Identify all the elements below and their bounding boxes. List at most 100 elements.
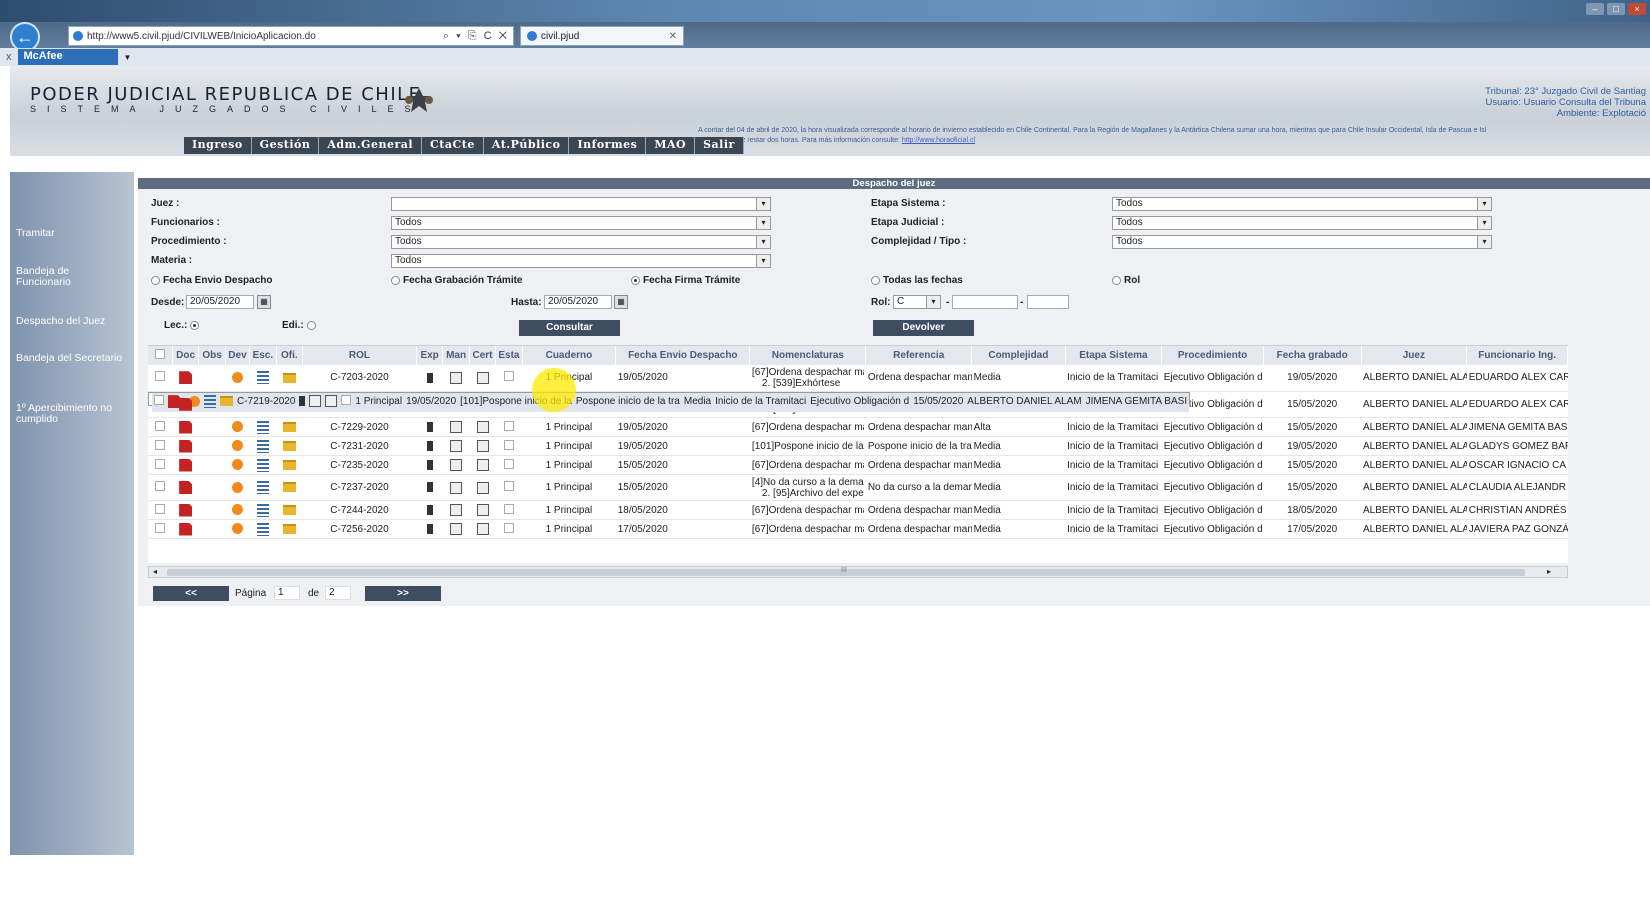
devolver-button[interactable]: Devolver [873, 320, 974, 336]
mandamiento-icon[interactable] [450, 459, 463, 471]
row-checkbox[interactable] [155, 481, 166, 491]
escrito-icon[interactable] [256, 522, 269, 536]
horaoficial-link[interactable]: http://www.horaoficial.cl [902, 137, 975, 144]
col-fecha-grabado[interactable]: Fecha grabado [1263, 346, 1362, 365]
calendar-icon[interactable]: ▦ [614, 295, 628, 309]
table-row[interactable]: C-7203-20201 Principal19/05/2020[67]Orde… [148, 365, 1568, 392]
expediente-icon[interactable] [426, 421, 433, 432]
table-row[interactable]: C-7219-2020 1 Principal 19/05/2020 [101]Pos… [148, 391, 1191, 412]
escrito-icon[interactable] [256, 371, 269, 385]
col-funcionario[interactable]: Funcionario Ing. [1466, 346, 1568, 365]
col-obs[interactable]: Obs [198, 346, 226, 365]
col-esta[interactable]: Esta [495, 346, 523, 365]
estado-checkbox[interactable] [341, 394, 352, 405]
mcafee-button[interactable]: McAfee [17, 49, 118, 65]
col-man[interactable]: Man [442, 346, 470, 365]
escrito-icon[interactable] [256, 503, 269, 517]
desde-input[interactable]: 20/05/2020 [186, 295, 254, 309]
next-page-button[interactable]: >> [365, 586, 441, 601]
maximize-button[interactable]: □ [1607, 3, 1625, 15]
scroll-right-icon[interactable]: ▸ [1547, 567, 1551, 576]
menu-mao[interactable]: MAO [646, 137, 696, 154]
menu-gestion[interactable]: Gestión [252, 137, 320, 154]
folder-icon[interactable] [282, 459, 296, 470]
radio-rol[interactable]: Rol [1112, 275, 1140, 286]
radio-fecha-envio[interactable]: Fecha Envio Despacho [151, 275, 272, 286]
devolver-icon[interactable] [231, 421, 243, 433]
estado-checkbox[interactable] [503, 458, 514, 469]
scroll-left-icon[interactable]: ◂ [153, 567, 157, 576]
menu-at-publico[interactable]: At.Público [484, 137, 570, 154]
certificado-icon[interactable] [476, 440, 489, 452]
radio-edi[interactable]: Edi.: [282, 320, 316, 331]
sidebar-item-bandeja-funcionario[interactable]: Bandeja de Funcionario [16, 266, 126, 288]
rol-tipo-select[interactable]: C ▾ [893, 295, 941, 309]
etapa-judicial-select[interactable]: Todos ▾ [1112, 216, 1492, 230]
pdf-icon[interactable] [179, 439, 193, 453]
expediente-icon[interactable] [299, 396, 306, 407]
row-checkbox[interactable] [155, 420, 166, 431]
escrito-icon[interactable] [256, 458, 269, 472]
col-rol[interactable]: ROL [302, 346, 417, 365]
folder-icon[interactable] [282, 372, 296, 383]
col-nomenclaturas[interactable]: Nomenclaturas [749, 346, 867, 365]
estado-checkbox[interactable] [503, 522, 514, 533]
certificado-icon[interactable] [476, 421, 489, 433]
mandamiento-icon[interactable] [450, 371, 463, 384]
certificado-icon[interactable] [476, 481, 489, 494]
mandamiento-icon[interactable] [450, 440, 463, 452]
pdf-icon[interactable] [168, 395, 181, 409]
certificado-icon[interactable] [476, 371, 489, 384]
menu-informes[interactable]: Informes [569, 137, 647, 154]
expediente-icon[interactable] [426, 459, 433, 470]
mandamiento-icon[interactable] [450, 523, 463, 535]
devolver-icon[interactable] [231, 523, 243, 535]
page-number-input[interactable]: 1 [274, 586, 300, 600]
folder-icon[interactable] [282, 504, 296, 515]
procedimiento-select[interactable]: Todos ▾ [391, 235, 771, 249]
escrito-icon[interactable] [256, 420, 269, 434]
expediente-icon[interactable] [426, 504, 433, 515]
certificado-icon[interactable] [476, 523, 489, 535]
devolver-icon[interactable] [231, 459, 243, 471]
expediente-icon[interactable] [426, 440, 433, 451]
folder-icon[interactable] [282, 482, 296, 493]
folder-icon[interactable] [282, 523, 296, 534]
certificado-icon[interactable] [325, 395, 338, 408]
mandamiento-icon[interactable] [309, 395, 322, 408]
rol-anio-input[interactable] [1027, 295, 1069, 309]
menu-ctacte[interactable]: CtaCte [422, 137, 484, 154]
col-exp[interactable]: Exp [416, 346, 444, 365]
col-cuaderno[interactable]: Cuaderno [522, 346, 617, 365]
expediente-icon[interactable] [426, 372, 433, 383]
row-checkbox[interactable] [155, 439, 166, 450]
menu-adm-general[interactable]: Adm.General [319, 137, 423, 154]
col-dev[interactable]: Dev [225, 346, 251, 365]
table-row[interactable]: C-7256-2020 1 Principal 17/05/2020 [67]Orde… [148, 519, 1568, 539]
radio-fecha-grabacion[interactable]: Fecha Grabación Trámite [391, 275, 523, 286]
checkbox[interactable] [154, 349, 165, 359]
calendar-icon[interactable]: ▦ [257, 295, 271, 309]
pdf-icon[interactable] [179, 503, 193, 517]
estado-checkbox[interactable] [503, 481, 514, 491]
row-checkbox[interactable] [155, 371, 166, 382]
estado-checkbox[interactable] [503, 371, 514, 382]
sidebar-item-apercibimiento[interactable]: 1º Apercibimiento no cumplido [16, 403, 126, 425]
table-row[interactable]: C-7229-2020 1 Principal 19/05/2020 [67]Orde… [148, 417, 1568, 437]
row-checkbox[interactable] [155, 503, 166, 514]
col-doc[interactable]: Doc [172, 346, 200, 365]
materia-select[interactable]: Todos ▾ [391, 254, 771, 268]
radio-fecha-firma[interactable]: Fecha Firma Trámite [631, 275, 740, 286]
col-etapa-sistema[interactable]: Etapa Sistema [1065, 346, 1163, 365]
col-referencia[interactable]: Referencia [865, 346, 973, 365]
complejidad-select[interactable]: Todos ▾ [1112, 235, 1492, 249]
table-row[interactable]: C-7244-2020 1 Principal 18/05/2020 [67]Orde… [148, 500, 1568, 520]
pdf-icon[interactable] [179, 371, 193, 385]
address-controls-icon[interactable]: ⌕ ▾ ⎘ C ✕ [443, 30, 513, 43]
escrito-icon[interactable] [256, 481, 269, 494]
mandamiento-icon[interactable] [450, 504, 463, 516]
escrito-icon[interactable] [256, 439, 269, 453]
pdf-icon[interactable] [179, 420, 193, 434]
row-checkbox[interactable] [155, 458, 166, 469]
close-window-button[interactable]: × [1628, 3, 1646, 15]
